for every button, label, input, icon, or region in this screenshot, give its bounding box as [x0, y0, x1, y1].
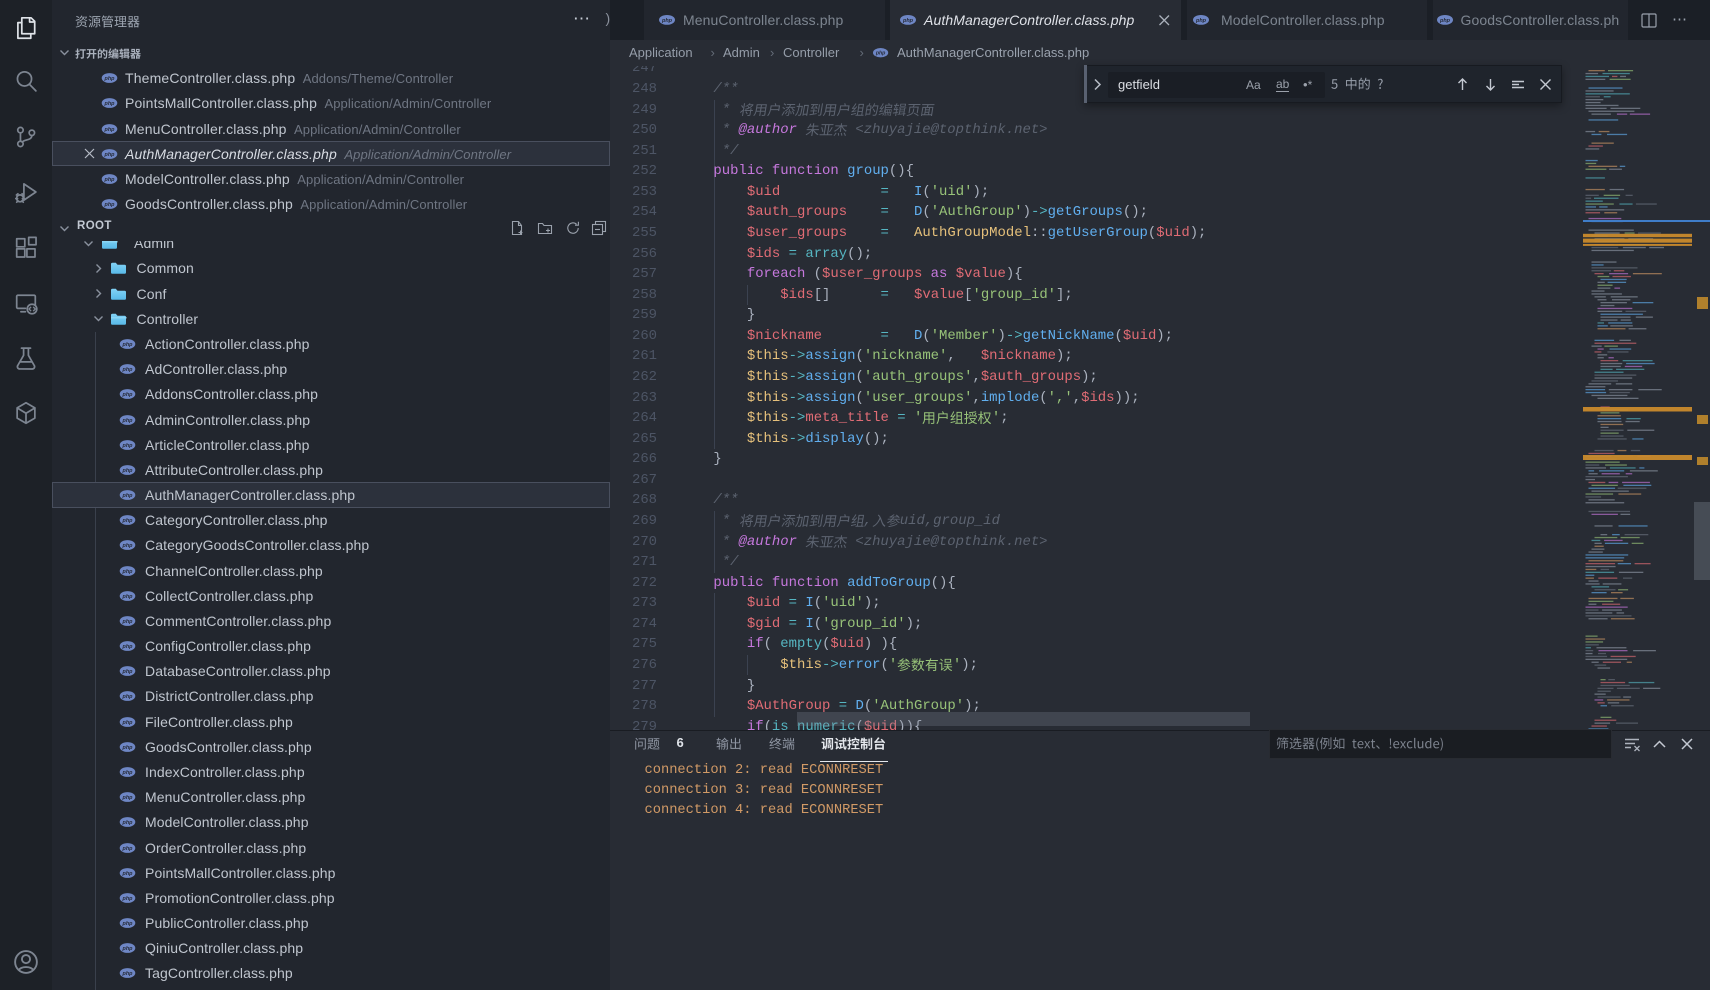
svg-text:php: php	[121, 719, 133, 725]
svg-text:php: php	[121, 568, 133, 574]
svg-text:php: php	[121, 845, 133, 851]
svg-text:php: php	[121, 871, 133, 877]
svg-text:php: php	[121, 820, 133, 826]
svg-text:php: php	[902, 18, 914, 24]
svg-text:php: php	[121, 367, 133, 373]
svg-text:php: php	[121, 417, 133, 423]
svg-text:php: php	[121, 543, 133, 549]
svg-text:php: php	[121, 694, 133, 700]
svg-text:php: php	[121, 921, 133, 927]
svg-text:php: php	[121, 669, 133, 675]
svg-text:php: php	[121, 392, 133, 398]
svg-text:php: php	[1195, 18, 1207, 24]
svg-text:php: php	[121, 493, 133, 499]
svg-text:php: php	[121, 745, 133, 751]
svg-text:php: php	[121, 971, 133, 977]
svg-text:php: php	[1438, 18, 1450, 24]
svg-text:php: php	[103, 202, 115, 208]
svg-text:php: php	[875, 51, 886, 57]
svg-text:php: php	[103, 177, 115, 183]
svg-text:php: php	[103, 126, 115, 132]
svg-text:php: php	[121, 770, 133, 776]
svg-text:php: php	[121, 795, 133, 801]
svg-text:php: php	[121, 468, 133, 474]
svg-text:php: php	[121, 644, 133, 650]
svg-text:php: php	[121, 442, 133, 448]
svg-text:php: php	[121, 342, 133, 348]
svg-text:php: php	[103, 101, 115, 107]
svg-text:php: php	[660, 18, 672, 24]
svg-text:php: php	[121, 619, 133, 625]
svg-text:php: php	[121, 946, 133, 952]
svg-text:php: php	[121, 594, 133, 600]
svg-text:php: php	[121, 518, 133, 524]
svg-text:php: php	[103, 151, 115, 157]
svg-text:php: php	[121, 896, 133, 902]
svg-text:php: php	[103, 76, 115, 82]
